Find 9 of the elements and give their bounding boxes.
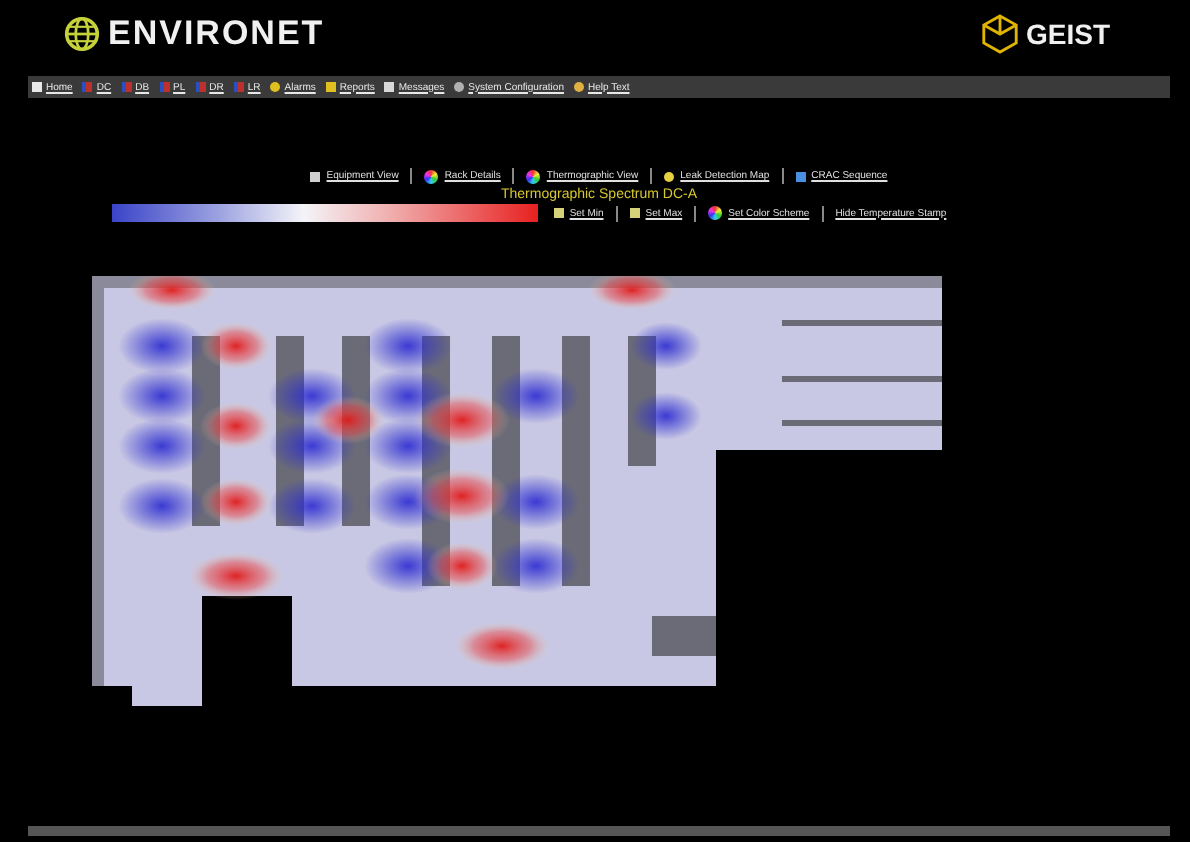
logo-text: ENVIRONET bbox=[108, 14, 325, 54]
swatch-icon bbox=[629, 208, 640, 218]
color-wheel-icon bbox=[708, 206, 723, 220]
cube-logo-icon bbox=[981, 14, 1018, 54]
globe-icon bbox=[64, 16, 100, 52]
color-wheel-icon bbox=[424, 169, 439, 183]
swatch-icon bbox=[553, 208, 564, 218]
color-wheel-icon bbox=[526, 169, 541, 183]
brand-logo-text: GEIST bbox=[1025, 18, 1110, 50]
